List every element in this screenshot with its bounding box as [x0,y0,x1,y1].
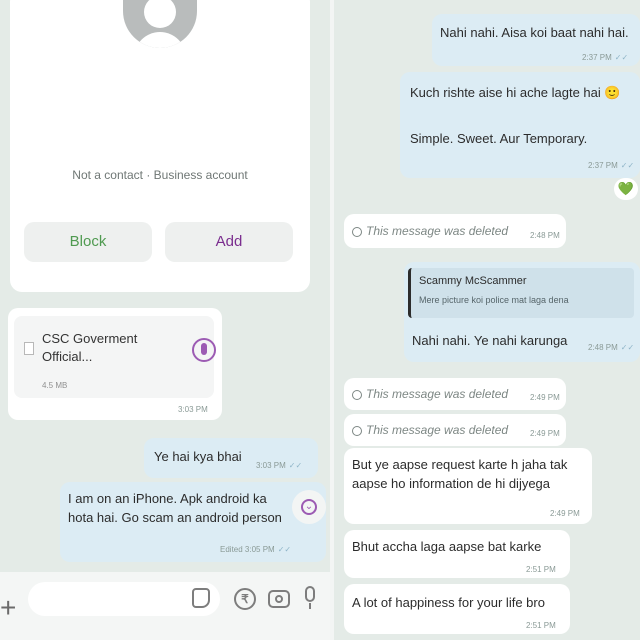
deleted-message: This message was deleted 2:48 PM [344,214,566,248]
avatar-body-shape [134,32,186,48]
read-ticks-icon: ✓✓ [277,545,292,554]
message-time: 2:49 PM [530,429,560,438]
scroll-down-button[interactable]: ⌄ [292,490,326,524]
message-text: But ye aapse request karte h jaha tak aa… [352,457,568,491]
deleted-text: This message was deleted [366,224,509,238]
incoming-message: Bhut accha laga aapse bat karke 2:51 PM [344,530,570,578]
avatar [123,0,197,48]
download-icon[interactable] [192,338,216,362]
avatar-head-shape [144,0,176,28]
message-time-row: 2:48 PM ✓✓ [588,342,634,354]
message-text: Nahi nahi. Aisa koi baat nahi hai. [440,25,629,40]
message-text: A lot of happiness for your life bro [352,595,545,610]
read-ticks-icon: ✓✓ [614,53,629,62]
heart-reaction-icon[interactable]: 💚 [614,178,638,200]
read-ticks-icon: ✓✓ [288,461,303,470]
mic-icon[interactable] [305,586,315,602]
deleted-text: This message was deleted [366,387,509,401]
deleted-row: This message was deleted [352,223,508,240]
message-time: 2:51 PM [526,565,556,574]
document-title: CSC Goverment Official... [42,331,138,365]
add-contact-button[interactable]: Add [165,222,293,262]
document-preview[interactable]: CSC Goverment Official... 4.5 MB [14,316,216,398]
message-time: Edited 3:05 PM [220,545,275,554]
rupee-icon[interactable]: ₹ [234,588,256,610]
outgoing-reply-message: Scammy McScammer Mere picture koi police… [404,262,640,362]
left-chat-pane: Not a contact · Business account Block A… [0,0,330,640]
read-ticks-icon: ✓✓ [620,343,635,352]
message-time-row: Edited 3:05 PM ✓✓ [220,544,291,556]
message-time-row: 2:37 PM ✓✓ [588,160,634,172]
document-message[interactable]: CSC Goverment Official... 4.5 MB 3:03 PM [8,308,222,420]
message-time: 2:37 PM [582,53,612,62]
ban-icon [352,226,362,237]
contact-card: Not a contact · Business account Block A… [10,0,310,292]
deleted-message: This message was deleted 2:49 PM [344,378,566,410]
deleted-message: This message was deleted 2:49 PM [344,414,566,446]
message-text-second-paragraph: Simple. Sweet. Aur Temporary. [410,131,588,146]
camera-icon[interactable] [268,590,290,608]
document-icon [24,342,34,355]
message-text: Nahi nahi. Ye nahi karunga [412,333,568,348]
message-time-row: 2:37 PM ✓✓ [582,52,628,64]
outgoing-message: I am on an iPhone. Apk android ka hota h… [60,482,326,562]
contact-status-text: Not a contact · Business account [72,168,248,182]
camera-lens-shape [275,595,283,603]
deleted-row: This message was deleted [352,386,508,403]
outgoing-message: Ye hai kya bhai 3:03 PM ✓✓ [144,438,318,478]
scroll-down-icon: ⌄ [301,499,317,515]
deleted-text: This message was deleted [366,423,509,437]
message-time: 2:49 PM [550,509,580,518]
message-time-row: 3:03 PM ✓✓ [256,460,302,472]
message-text: I am on an iPhone. Apk android ka hota h… [68,491,282,525]
plus-icon[interactable]: + [0,594,16,622]
message-text: Bhut accha laga aapse bat karke [352,539,542,554]
mic-stem-shape [309,603,311,609]
message-time: 2:51 PM [526,621,556,630]
ban-icon [352,389,362,400]
message-time: 2:49 PM [530,393,560,402]
outgoing-message: Nahi nahi. Aisa koi baat nahi hai. 2:37 … [432,14,640,66]
sticker-icon[interactable] [192,588,210,608]
quoted-message[interactable]: Scammy McScammer Mere picture koi police… [408,268,634,318]
message-text: Kuch rishte aise hi ache lagte hai 🙂 [410,85,621,100]
incoming-message: But ye aapse request karte h jaha tak aa… [344,448,592,524]
message-text: Ye hai kya bhai [154,449,242,464]
deleted-row: This message was deleted [352,422,508,439]
message-time: 2:48 PM [588,343,618,352]
quoted-sender-name: Scammy McScammer [419,275,527,287]
download-arrow-shape [201,343,207,355]
ban-icon [352,425,362,436]
document-size: 4.5 MB [42,381,68,390]
block-button[interactable]: Block [24,222,152,262]
incoming-message: A lot of happiness for your life bro 2:5… [344,584,570,634]
outgoing-message: Kuch rishte aise hi ache lagte hai 🙂 Sim… [400,72,640,178]
message-time: 3:03 PM [178,405,208,414]
message-time: 3:03 PM [256,461,286,470]
quoted-text: Mere picture koi police mat laga dena [419,294,569,305]
right-chat-pane: Nahi nahi. Aisa koi baat nahi hai. 2:37 … [334,0,640,640]
message-time: 2:37 PM [588,161,618,170]
message-time: 2:48 PM [530,231,560,240]
read-ticks-icon: ✓✓ [620,161,635,170]
